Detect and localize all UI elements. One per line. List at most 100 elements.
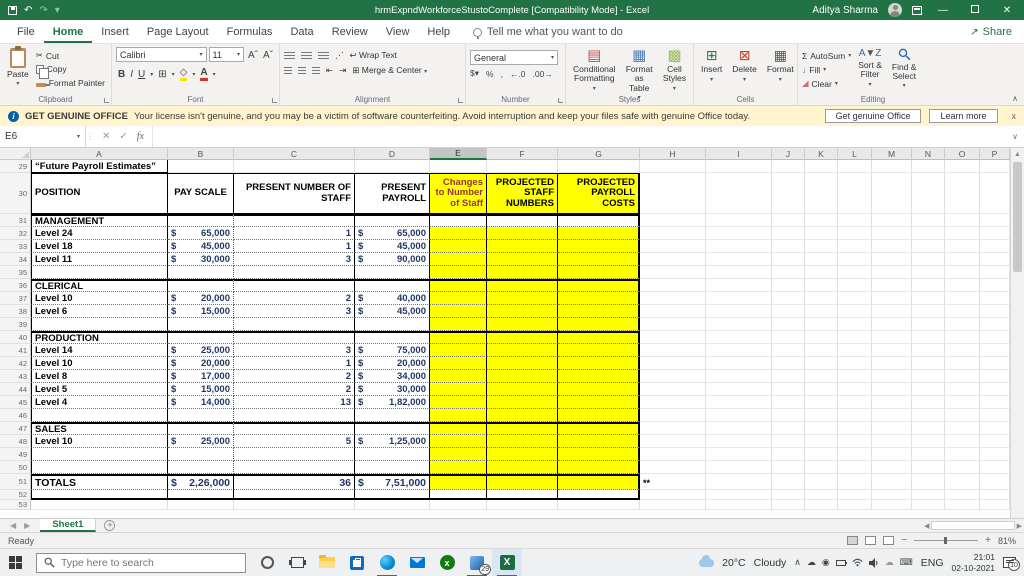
cell-K35[interactable] [805,266,838,279]
cell-F44[interactable] [487,383,558,396]
cell-N33[interactable] [912,240,945,253]
cell-A43[interactable]: Level 8 [31,370,168,383]
cell-I35[interactable] [706,266,772,279]
cell-I52[interactable] [706,490,772,500]
cell-D46[interactable] [355,409,430,422]
row-header-48[interactable]: 48 [0,435,31,448]
cell-K42[interactable] [805,357,838,370]
cell-J37[interactable] [772,292,805,305]
scroll-left-icon[interactable]: ◀ [924,522,929,530]
cell-E39[interactable] [430,318,487,331]
cell-K37[interactable] [805,292,838,305]
microsoft-store-button[interactable] [342,549,372,576]
cell-N36[interactable] [912,279,945,292]
column-header-H[interactable]: H [640,148,706,160]
cell-E36[interactable] [430,279,487,292]
cell-F34[interactable] [487,253,558,266]
row-header-42[interactable]: 42 [0,357,31,370]
cell-G42[interactable] [558,357,640,370]
prev-sheet-icon[interactable]: ◀ [10,521,16,530]
cell-K31[interactable] [805,214,838,227]
cell-O51[interactable] [945,474,980,490]
cell-B45[interactable]: $14,000 [168,396,234,409]
cell-N30[interactable] [912,173,945,214]
cell-K50[interactable] [805,461,838,474]
cell-D31[interactable] [355,214,430,227]
cell-K53[interactable] [805,500,838,510]
share-button[interactable]: ↗ Share [958,26,1024,43]
cell-D32[interactable]: $65,000 [355,227,430,240]
cell-G39[interactable] [558,318,640,331]
cell-F31[interactable] [487,214,558,227]
cell-J32[interactable] [772,227,805,240]
cell-I29[interactable] [706,160,772,173]
cell-G43[interactable] [558,370,640,383]
cell-B32[interactable]: $65,000 [168,227,234,240]
cell-N35[interactable] [912,266,945,279]
cell-M36[interactable] [872,279,912,292]
cell-O46[interactable] [945,409,980,422]
cell-D45[interactable]: $1,82,000 [355,396,430,409]
user-avatar[interactable] [888,3,902,17]
cell-M40[interactable] [872,331,912,344]
cell-C32[interactable]: 1 [234,227,355,240]
cell-F46[interactable] [487,409,558,422]
accounting-format-icon[interactable]: $▾ [470,68,479,79]
cell-N45[interactable] [912,396,945,409]
cell-P37[interactable] [980,292,1010,305]
cell-L39[interactable] [838,318,872,331]
cell-H44[interactable] [640,383,706,396]
cell-N41[interactable] [912,344,945,357]
cell-E38[interactable] [430,305,487,318]
cell-F48[interactable] [487,435,558,448]
row-header-49[interactable]: 49 [0,448,31,461]
row-header-32[interactable]: 32 [0,227,31,240]
row-header-52[interactable]: 52 [0,490,31,500]
zoom-in-icon[interactable]: + [985,535,991,546]
cell-J51[interactable] [772,474,805,490]
column-header-P[interactable]: P [980,148,1010,160]
cell-J38[interactable] [772,305,805,318]
language-indicator[interactable]: ENG [921,557,944,569]
cell-M42[interactable] [872,357,912,370]
decrease-indent-icon[interactable]: ⇤ [326,65,333,76]
cell-F53[interactable] [487,500,558,510]
cell-L38[interactable] [838,305,872,318]
enter-formula-icon[interactable]: ✓ [119,131,127,142]
cell-C48[interactable]: 5 [234,435,355,448]
cell-H49[interactable] [640,448,706,461]
cell-L49[interactable] [838,448,872,461]
tab-insert[interactable]: Insert [92,22,138,43]
cell-M39[interactable] [872,318,912,331]
cell-J33[interactable] [772,240,805,253]
tab-view[interactable]: View [377,22,419,43]
cell-K40[interactable] [805,331,838,344]
cell-O41[interactable] [945,344,980,357]
cell-M30[interactable] [872,173,912,214]
cell-H52[interactable] [640,490,706,500]
cell-L52[interactable] [838,490,872,500]
volume-icon[interactable] [869,558,879,568]
cell-H48[interactable] [640,435,706,448]
cell-G51[interactable] [558,474,640,490]
cell-I34[interactable] [706,253,772,266]
cell-D36[interactable] [355,279,430,292]
cell-L43[interactable] [838,370,872,383]
cell-H38[interactable] [640,305,706,318]
cell-C51[interactable]: 36 [234,474,355,490]
cell-B33[interactable]: $45,000 [168,240,234,253]
tab-home[interactable]: Home [44,22,93,43]
cell-I51[interactable] [706,474,772,490]
cell-H46[interactable] [640,409,706,422]
cell-P42[interactable] [980,357,1010,370]
cell-I36[interactable] [706,279,772,292]
cell-E52[interactable] [430,490,487,500]
cell-G33[interactable] [558,240,640,253]
cell-E47[interactable] [430,422,487,435]
cell-P31[interactable] [980,214,1010,227]
task-view-button[interactable] [282,549,312,576]
cell-E46[interactable] [430,409,487,422]
cell-N34[interactable] [912,253,945,266]
cell-A31[interactable]: MANAGEMENT [31,214,168,227]
cell-C44[interactable]: 2 [234,383,355,396]
